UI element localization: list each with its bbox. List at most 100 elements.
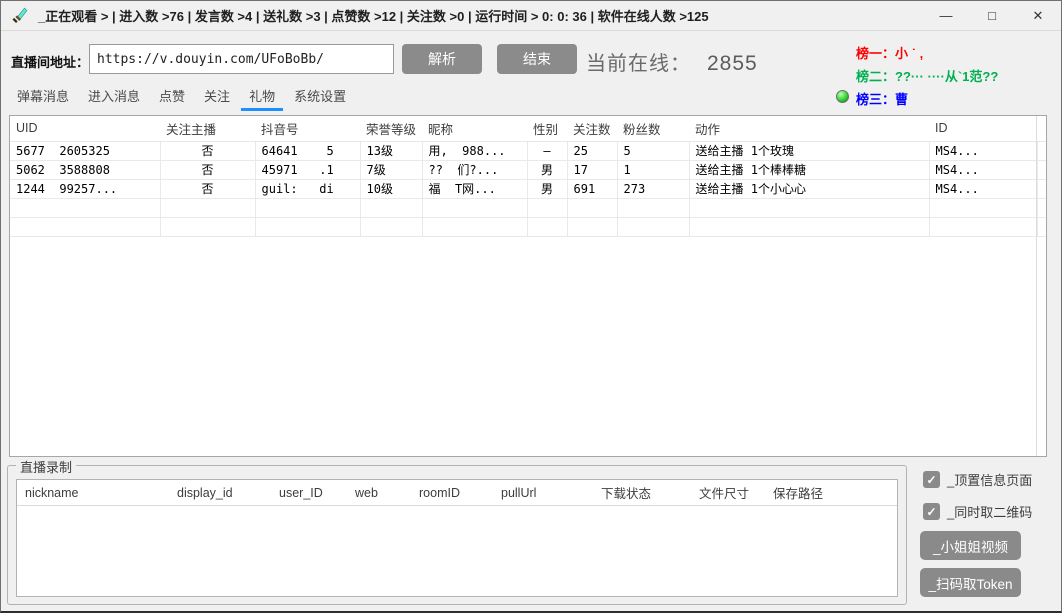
- cell-action: 送给主播 1个小心心: [689, 179, 929, 198]
- checkbox-checked-icon[interactable]: ✓: [923, 471, 940, 488]
- sword-icon: [10, 6, 29, 25]
- cell-honor-level: 13级: [360, 141, 422, 160]
- rank-1-label: 榜一：: [856, 46, 895, 61]
- cell-nickname: 用, 988...: [422, 141, 527, 160]
- record-table: nickname display_id user_ID web roomID p…: [16, 479, 898, 597]
- window-title: _正在观看 > | 进入数 >76 | 发言数 >4 | 送礼数 >3 | 点赞…: [38, 6, 709, 25]
- rank-3-label: 榜三：: [856, 92, 895, 107]
- scan-token-button[interactable]: _扫码取Token: [920, 568, 1021, 597]
- online-count: 2855: [707, 52, 758, 75]
- tab-gift[interactable]: 礼物: [241, 86, 283, 111]
- rank-2-name: ??··· ····从`1范??: [895, 69, 998, 84]
- end-button[interactable]: 结束: [497, 44, 577, 74]
- cell-action: 送给主播 1个玫瑰: [689, 141, 929, 160]
- cell-douyin-id: 64641 5: [255, 141, 360, 160]
- scrollbar-track[interactable]: [1036, 116, 1037, 456]
- option-pin-info-page-label: _顶置信息页面: [947, 470, 1032, 489]
- cell-uid: 1244 99257...: [10, 179, 160, 198]
- table-row[interactable]: 1244 99257... 否 guil: di 10级 福 T网... 男 6…: [10, 179, 1046, 198]
- cell-uid: 5062 3588808: [10, 160, 160, 179]
- gift-list: UID 关注主播 抖音号 荣誉等级 昵称 性别 关注数 粉丝数 动作 ID 56…: [9, 115, 1047, 457]
- gift-table: UID 关注主播 抖音号 荣誉等级 昵称 性别 关注数 粉丝数 动作 ID 56…: [10, 116, 1046, 237]
- cell-douyin-id: 45971 .1: [255, 160, 360, 179]
- col-rec-room-id[interactable]: roomID: [411, 486, 493, 500]
- cell-gender: 男: [527, 160, 567, 179]
- cell-gender: 男: [527, 179, 567, 198]
- tab-enter[interactable]: 进入消息: [80, 86, 148, 111]
- rank-1-name: 小 ˙ ,: [895, 46, 923, 61]
- app-window: _正在观看 > | 进入数 >76 | 发言数 >4 | 送礼数 >3 | 点赞…: [0, 0, 1062, 613]
- cell-nickname: ?? 们?...: [422, 160, 527, 179]
- col-action[interactable]: 动作: [689, 116, 929, 141]
- option-qrcode[interactable]: ✓ _同时取二维码: [923, 502, 1032, 521]
- cell-uid: 5677 2605325: [10, 141, 160, 160]
- table-row[interactable]: 5677 2605325 否 64641 5 13级 用, 988... – 2…: [10, 141, 1046, 160]
- cell-follow-anchor: 否: [160, 160, 255, 179]
- col-rec-download-status[interactable]: 下载状态: [593, 483, 691, 502]
- col-honor-level[interactable]: 荣誉等级: [360, 116, 422, 141]
- col-uid[interactable]: UID: [10, 116, 160, 141]
- col-rec-nickname[interactable]: nickname: [17, 486, 169, 500]
- col-gender[interactable]: 性别: [527, 116, 567, 141]
- online-label: 当前在线：: [586, 53, 691, 75]
- col-nickname[interactable]: 昵称: [422, 116, 527, 141]
- cell-following: 25: [567, 141, 617, 160]
- col-follow-anchor[interactable]: 关注主播: [160, 116, 255, 141]
- rank-3-name: 曹: [895, 92, 908, 107]
- cell-follow-anchor: 否: [160, 141, 255, 160]
- tab-bar: 弹幕消息 进入消息 点赞 关注 礼物 系统设置: [9, 86, 354, 111]
- rank-1: 榜一：小 ˙ ,: [856, 43, 923, 62]
- tab-settings[interactable]: 系统设置: [286, 86, 354, 111]
- online-counter: 当前在线： 2855: [586, 47, 758, 76]
- cell-following: 691: [567, 179, 617, 198]
- table-row[interactable]: 5062 3588808 否 45971 .1 7级 ?? 们?... 男 17…: [10, 160, 1046, 179]
- maximize-button[interactable]: □: [969, 1, 1015, 30]
- col-douyin-id[interactable]: 抖音号: [255, 116, 360, 141]
- col-following[interactable]: 关注数: [567, 116, 617, 141]
- parse-button[interactable]: 解析: [402, 44, 482, 74]
- col-rec-save-path[interactable]: 保存路径: [765, 483, 897, 502]
- record-groupbox-title: 直播录制: [16, 457, 76, 476]
- cell-fans: 273: [617, 179, 689, 198]
- record-groupbox: 直播录制 nickname display_id user_ID web roo…: [7, 465, 907, 605]
- address-input[interactable]: [89, 44, 394, 74]
- girl-video-button[interactable]: _小姐姐视频: [920, 531, 1021, 560]
- cell-id: MS4...: [929, 141, 1037, 160]
- empty-row: [10, 217, 1046, 236]
- option-pin-info-page[interactable]: ✓ _顶置信息页面: [923, 470, 1032, 489]
- col-id[interactable]: ID: [929, 116, 1037, 141]
- col-fans[interactable]: 粉丝数: [617, 116, 689, 141]
- cell-douyin-id: guil: di: [255, 179, 360, 198]
- tab-follow[interactable]: 关注: [196, 86, 238, 111]
- cell-id: MS4...: [929, 179, 1037, 198]
- col-filler: [1037, 116, 1046, 141]
- window-controls: — □ ✕: [923, 1, 1061, 30]
- rank-2-label: 榜二：: [856, 69, 895, 84]
- cell-fans: 1: [617, 160, 689, 179]
- checkbox-checked-icon[interactable]: ✓: [923, 503, 940, 520]
- green-dot-icon: [836, 90, 849, 103]
- rank-2: 榜二：??··· ····从`1范??: [856, 66, 998, 85]
- title-bar[interactable]: _正在观看 > | 进入数 >76 | 发言数 >4 | 送礼数 >3 | 点赞…: [1, 1, 1061, 31]
- col-rec-web[interactable]: web: [347, 486, 411, 500]
- cell-action: 送给主播 1个棒棒糖: [689, 160, 929, 179]
- empty-row: [10, 198, 1046, 217]
- close-button[interactable]: ✕: [1015, 1, 1061, 30]
- cell-gender: –: [527, 141, 567, 160]
- gift-header-row: UID 关注主播 抖音号 荣誉等级 昵称 性别 关注数 粉丝数 动作 ID: [10, 116, 1046, 141]
- tab-danmu[interactable]: 弹幕消息: [9, 86, 77, 111]
- address-label: 直播间地址：: [11, 52, 89, 71]
- col-rec-file-size[interactable]: 文件尺寸: [691, 483, 765, 502]
- col-rec-user-id[interactable]: user_ID: [271, 486, 347, 500]
- rank-3: 榜三：曹: [856, 89, 908, 108]
- col-rec-pull-url[interactable]: pullUrl: [493, 486, 593, 500]
- cell-follow-anchor: 否: [160, 179, 255, 198]
- col-rec-display-id[interactable]: display_id: [169, 486, 271, 500]
- cell-honor-level: 7级: [360, 160, 422, 179]
- tab-like[interactable]: 点赞: [151, 86, 193, 111]
- minimize-button[interactable]: —: [923, 1, 969, 30]
- cell-honor-level: 10级: [360, 179, 422, 198]
- cell-nickname: 福 T网...: [422, 179, 527, 198]
- record-header-row: nickname display_id user_ID web roomID p…: [17, 480, 897, 506]
- option-qrcode-label: _同时取二维码: [947, 502, 1032, 521]
